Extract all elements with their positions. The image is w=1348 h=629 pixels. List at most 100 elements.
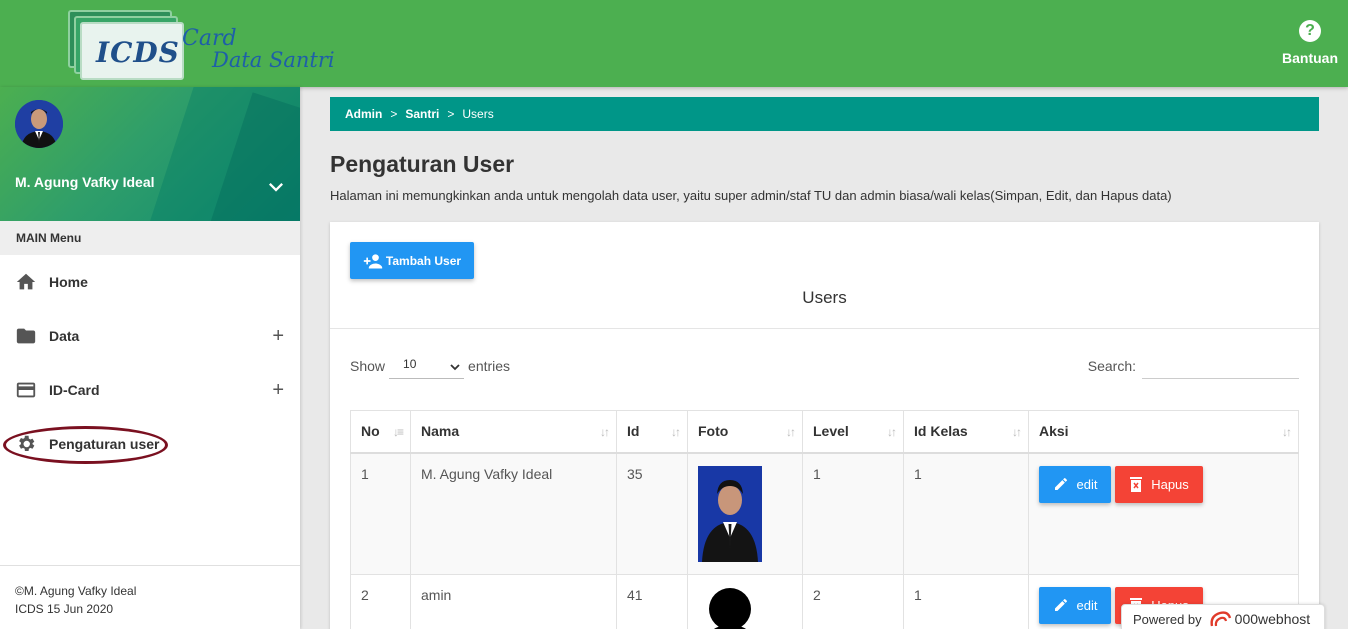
user-photo (698, 465, 762, 562)
sort-icon: ↓↑ (786, 425, 796, 439)
app-logo[interactable]: ICDS Card Data Santri (68, 6, 348, 80)
column-header-id-kelas[interactable]: Id Kelas ↓↑ (903, 410, 1029, 454)
cell-foto (687, 452, 803, 575)
cell-no: 2 (350, 573, 411, 629)
entries-value: 10 (403, 357, 417, 371)
column-label: Level (813, 423, 849, 440)
entries-select[interactable]: 10 (389, 352, 465, 379)
entries-control: Show 10 entries (350, 352, 510, 379)
delete-label: Hapus (1151, 476, 1189, 492)
cell-nama: M. Agung Vafky Ideal (410, 452, 617, 575)
cell-id: 35 (616, 452, 688, 575)
add-user-label: Tambah User (385, 253, 462, 268)
top-app-bar: ICDS Card Data Santri ? Bantuan (0, 0, 1348, 87)
column-label: Aksi (1039, 423, 1069, 440)
column-label: Id Kelas (914, 423, 968, 440)
cell-level: 2 (802, 573, 904, 629)
trash-icon (1130, 477, 1143, 492)
search-label: Search: (1087, 357, 1136, 374)
menu-header: MAIN Menu (0, 221, 300, 255)
user-name: M. Agung Vafky Ideal (15, 174, 155, 190)
column-label: Nama (421, 423, 460, 440)
sidebar-item-label: Data (49, 328, 80, 344)
cell-id-kelas: 1 (903, 452, 1029, 575)
pencil-icon (1054, 477, 1067, 490)
cell-aksi: edit Hapus (1028, 452, 1299, 575)
sidebar-item-id-card[interactable]: ID-Card + (0, 363, 300, 417)
column-header-foto[interactable]: Foto ↓↑ (687, 410, 803, 454)
search-input[interactable] (1142, 352, 1299, 379)
search-control: Search: (1088, 352, 1299, 379)
powered-label: Powered by (1133, 611, 1202, 627)
logo-script: Card Data Santri (182, 26, 335, 72)
column-label: Foto (698, 423, 729, 440)
sort-icon: ↓≡ (392, 425, 404, 439)
sidebar: M. Agung Vafky Ideal MAIN Menu Home Data… (0, 87, 300, 629)
breadcrumb-separator: > (390, 107, 398, 121)
avatar (15, 100, 63, 148)
breadcrumb-item-users: Users (462, 107, 494, 121)
footer-version: ICDS 15 Jun 2020 (15, 602, 114, 616)
pencil-icon (1054, 598, 1067, 611)
folder-icon (15, 325, 37, 347)
entries-label: entries (468, 357, 511, 374)
breadcrumb-separator: > (447, 107, 455, 121)
users-table: No ↓≡ Nama ↓↑ Id ↓↑ Foto ↓↑ Level ↓↑ Id Kelas… (350, 410, 1299, 629)
webhost-logo-icon (1210, 611, 1231, 627)
cell-id: 41 (616, 573, 688, 629)
breadcrumb-item-admin[interactable]: Admin (345, 107, 382, 121)
help-icon: ? (1299, 20, 1321, 42)
sidebar-item-data[interactable]: Data + (0, 309, 300, 363)
powered-by-badge[interactable]: Powered by 000webhost (1121, 604, 1325, 629)
cell-id-kelas: 1 (903, 573, 1029, 629)
sidebar-item-home[interactable]: Home (0, 255, 300, 309)
cell-nama: amin (410, 573, 617, 629)
column-header-id[interactable]: Id ↓↑ (616, 410, 688, 454)
column-header-no[interactable]: No ↓≡ (350, 410, 411, 454)
webhost-brand-label: 000webhost (1234, 611, 1311, 627)
sidebar-footer: ©M. Agung Vafky Ideal ICDS 15 Jun 2020 (0, 565, 300, 629)
sidebar-item-label: ID-Card (49, 382, 100, 398)
edit-button[interactable]: edit (1039, 586, 1111, 624)
expand-plus-icon[interactable]: + (272, 379, 284, 402)
cell-no: 1 (350, 452, 411, 575)
card-title: Users (802, 288, 847, 307)
home-icon (15, 271, 37, 293)
divider (330, 328, 1319, 329)
show-label: Show (350, 357, 386, 374)
chevron-down-icon[interactable] (262, 173, 290, 201)
column-header-aksi[interactable]: Aksi ↓↑ (1028, 410, 1299, 454)
help-button[interactable]: ? Bantuan (1272, 20, 1348, 66)
user-info-panel: M. Agung Vafky Ideal (0, 87, 300, 221)
sort-icon: ↓↑ (600, 425, 610, 439)
footer-copyright: ©M. Agung Vafky Ideal (15, 584, 137, 598)
expand-plus-icon[interactable]: + (272, 325, 284, 348)
chevron-down-icon (450, 360, 460, 374)
edit-button[interactable]: edit (1039, 465, 1111, 503)
sidebar-item-label: Home (49, 274, 88, 290)
add-user-button[interactable]: Tambah User (350, 242, 474, 279)
column-header-nama[interactable]: Nama ↓↑ (410, 410, 617, 454)
help-label: Bantuan (1282, 50, 1338, 66)
logo-script-data-santri: Data Santri (212, 48, 335, 72)
column-label: Id (627, 423, 640, 440)
sort-icon: ↓↑ (1012, 425, 1022, 439)
sidebar-item-pengaturan-user[interactable]: Pengaturan user (0, 417, 300, 471)
logo-text: ICDS (96, 36, 180, 69)
breadcrumb-item-santri[interactable]: Santri (405, 107, 439, 121)
webhost-brand: 000webhost (1208, 610, 1311, 628)
breadcrumb: Admin > Santri > Users (330, 97, 1319, 131)
delete-button[interactable]: Hapus (1115, 465, 1203, 503)
sort-icon: ↓↑ (887, 425, 897, 439)
users-card: Tambah User Users Show 10 entries Search… (330, 222, 1319, 629)
cell-level: 1 (802, 452, 904, 575)
column-label: No (361, 423, 380, 440)
user-placeholder-icon (698, 587, 762, 629)
highlight-annotation (3, 426, 168, 464)
column-header-level[interactable]: Level ↓↑ (802, 410, 904, 454)
table-row: 1 M. Agung Vafky Ideal 35 1 1 edit Hapus (350, 452, 1299, 575)
page-description: Halaman ini memungkinkan anda untuk meng… (330, 188, 1172, 203)
person-add-icon (363, 252, 383, 270)
edit-label: edit (1076, 476, 1098, 492)
sort-icon: ↓↑ (1282, 425, 1292, 439)
